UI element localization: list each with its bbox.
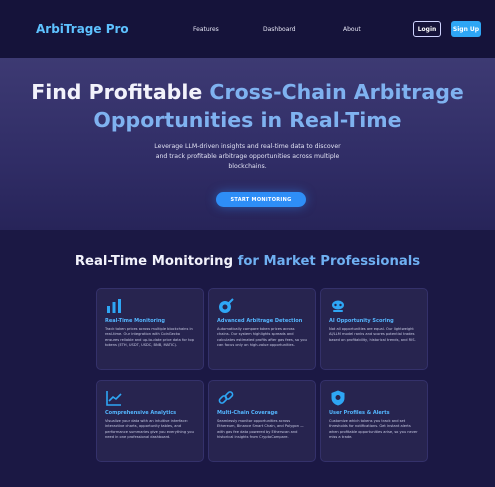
hero-section: Find Profitable Cross-Chain Arbitrage Op… <box>0 58 495 230</box>
card-text: Visualize your data with an intuitive in… <box>105 419 194 439</box>
nav-actions: Login Sign Up <box>413 21 481 37</box>
feature-card-arbitrage-detection: Advanced Arbitrage Detection Automatical… <box>208 288 316 370</box>
nav-link-features[interactable]: Features <box>193 26 263 33</box>
card-title: User Profiles & Alerts <box>329 410 390 416</box>
feature-card-ai-scoring: AI Opportunity Scoring Not all opportuni… <box>320 288 428 370</box>
hero-subtitle: Leverage LLM-driven insights and real-ti… <box>154 143 341 170</box>
start-monitoring-button[interactable]: START MONITORING <box>216 192 306 207</box>
card-text: Track token prices across multiple block… <box>105 327 194 347</box>
features-title: Real-Time Monitoring for Market Professi… <box>0 254 495 269</box>
card-title: Real-Time Monitoring <box>105 318 165 324</box>
brand-logo[interactable]: ArbiTrage Pro <box>36 22 145 36</box>
card-text: Not all opportunities are equal. Our lig… <box>329 327 416 342</box>
card-text: Customize which tokens you track and set… <box>329 419 418 439</box>
ai-brain-icon <box>332 300 344 312</box>
signup-button[interactable]: Sign Up <box>451 21 481 37</box>
line-chart-icon <box>106 391 122 406</box>
nav-links: Features Dashboard About <box>193 26 413 33</box>
page: ArbiTrage Pro Features Dashboard About L… <box>0 0 495 487</box>
feature-card-profiles-alerts: User Profiles & Alerts Customize which t… <box>320 380 428 462</box>
features-title-part2: for Market Professionals <box>237 254 421 269</box>
login-button[interactable]: Login <box>413 21 441 37</box>
nav-link-dashboard[interactable]: Dashboard <box>263 26 343 33</box>
link-icon <box>218 391 234 404</box>
bar-chart-icon <box>107 299 121 313</box>
hero-title: Find Profitable Cross-Chain Arbitrage Op… <box>0 78 495 134</box>
nav-link-about[interactable]: About <box>343 26 413 33</box>
target-icon <box>219 298 234 313</box>
card-title: AI Opportunity Scoring <box>329 318 394 324</box>
features-section: Real-Time Monitoring for Market Professi… <box>0 230 495 487</box>
card-title: Multi-Chain Coverage <box>217 410 278 416</box>
shield-icon <box>331 390 345 406</box>
card-title: Advanced Arbitrage Detection <box>217 318 303 324</box>
hero-title-part2: Cross-Chain Arbitrage <box>209 80 464 104</box>
hero-title-part1: Find Profitable <box>31 80 210 104</box>
features-title-part1: Real-Time Monitoring <box>74 254 238 269</box>
card-text: Seamlessly monitor opportunities across … <box>217 419 304 439</box>
navbar: ArbiTrage Pro Features Dashboard About L… <box>0 0 495 58</box>
card-text: Automatically compare token prices acros… <box>217 327 307 347</box>
card-title: Comprehensive Analytics <box>105 410 177 416</box>
feature-card-multi-chain: Multi-Chain Coverage Seamlessly monitor … <box>208 380 316 462</box>
feature-card-analytics: Comprehensive Analytics Visualize your d… <box>96 380 204 462</box>
hero-title-line2: Opportunities in Real-Time <box>93 108 402 132</box>
feature-card-real-time-monitoring: Real-Time Monitoring Track token prices … <box>96 288 204 370</box>
